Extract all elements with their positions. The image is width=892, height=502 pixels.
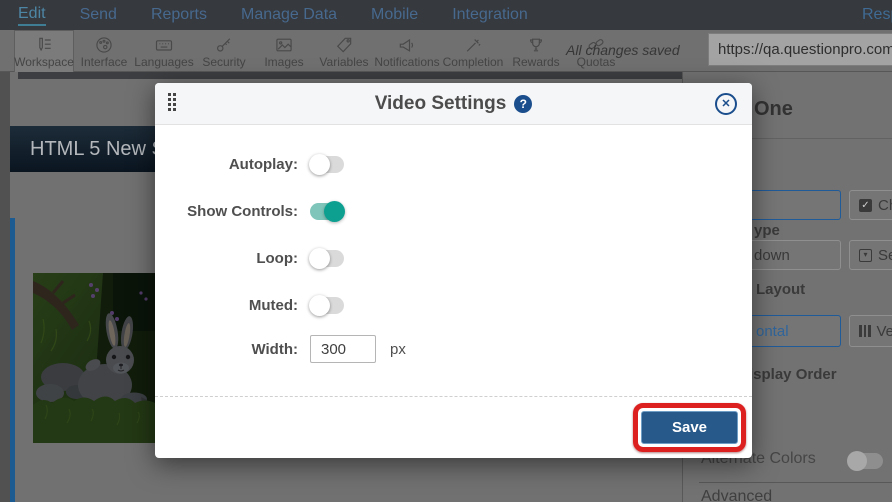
- loop-row: Loop:: [155, 235, 752, 282]
- question-type-title: One: [754, 98, 793, 120]
- toolbar-label: Interface: [80, 55, 128, 69]
- footer-divider: [155, 396, 752, 397]
- video-settings-dialog: Video Settings ? ✕ Autoplay: Show Contro…: [155, 83, 752, 458]
- display-order-label: isplay Order: [749, 366, 837, 383]
- type-option-checkbox[interactable]: ✓ Chec: [849, 190, 892, 220]
- toolbar-label: Notifications: [374, 55, 440, 69]
- variables-icon: [333, 35, 355, 55]
- autoplay-row: Autoplay:: [155, 141, 752, 188]
- interface-icon: [93, 35, 115, 55]
- loop-label: Loop:: [256, 250, 298, 267]
- security-icon: [213, 35, 235, 55]
- autoplay-label: Autoplay:: [228, 156, 298, 173]
- autosave-status: All changes saved: [566, 42, 680, 58]
- question-video-thumbnail[interactable]: [33, 273, 155, 443]
- alternate-colors-toggle[interactable]: [847, 451, 883, 471]
- nav-send[interactable]: Send: [80, 6, 117, 24]
- width-unit-label: px: [390, 340, 406, 358]
- nav-responses-link[interactable]: Respo: [862, 6, 892, 24]
- checkbox-icon: ✓: [859, 198, 872, 212]
- toggle-knob: [847, 451, 867, 471]
- toolbar-item-completion[interactable]: Completion: [440, 30, 506, 72]
- toolbar-label: Workspace: [14, 55, 74, 69]
- close-icon[interactable]: ✕: [715, 93, 737, 115]
- show-controls-row: Show Controls:: [155, 188, 752, 235]
- toolbar-label: Security: [202, 55, 246, 69]
- width-row: Width: px: [155, 329, 752, 369]
- type-option-label: Sele: [878, 246, 892, 264]
- show-controls-toggle[interactable]: [310, 201, 345, 222]
- save-button[interactable]: Save: [641, 411, 738, 444]
- nav-manage-data[interactable]: Manage Data: [241, 6, 337, 24]
- nav-reports[interactable]: Reports: [151, 6, 207, 24]
- show-controls-label: Show Controls:: [187, 203, 298, 220]
- width-label: Width:: [251, 340, 298, 358]
- type-option-select[interactable]: ▾ Sele: [849, 240, 892, 270]
- toggle-knob: [309, 295, 330, 316]
- muted-label: Muted:: [248, 297, 298, 314]
- toolbar-item-rewards[interactable]: Rewards: [506, 30, 566, 72]
- sidebar-divider: [699, 482, 892, 483]
- workspace-icon: [33, 35, 55, 55]
- advanced-section-label[interactable]: Advanced: [701, 488, 772, 502]
- nav-edit[interactable]: Edit: [18, 5, 46, 26]
- horizontal-option-label: ontal: [756, 323, 789, 340]
- completion-icon: [462, 35, 484, 55]
- top-navigation: Edit Send Reports Manage Data Mobile Int…: [0, 0, 892, 30]
- survey-url-field[interactable]: https://qa.questionpro.com/t/AW22Zc: [708, 33, 892, 66]
- toolbar-label: Completion: [442, 55, 504, 69]
- languages-icon: [153, 35, 175, 55]
- app-screen: Edit Send Reports Manage Data Mobile Int…: [0, 0, 892, 502]
- toggle-knob: [309, 248, 330, 269]
- images-icon: [273, 35, 295, 55]
- width-input[interactable]: [310, 335, 376, 363]
- save-highlight-annotation: Save: [633, 403, 746, 452]
- toolbar-item-images[interactable]: Images: [254, 30, 314, 72]
- toggle-knob: [309, 154, 330, 175]
- toolbar-label: Languages: [134, 55, 194, 69]
- dialog-header: Video Settings ? ✕: [155, 83, 752, 125]
- select-icon: ▾: [859, 248, 872, 262]
- dropdown-option-label: down: [754, 247, 790, 264]
- rewards-icon: [525, 35, 547, 55]
- help-icon[interactable]: ?: [514, 94, 533, 113]
- loop-toggle[interactable]: [309, 248, 344, 269]
- dialog-body: Autoplay: Show Controls: Loop: Muted: Wi…: [155, 125, 752, 369]
- muted-toggle[interactable]: [309, 295, 344, 316]
- toolbar-item-workspace[interactable]: Workspace: [14, 30, 74, 72]
- muted-row: Muted:: [155, 282, 752, 329]
- autoplay-toggle[interactable]: [309, 154, 344, 175]
- drag-handle-icon[interactable]: [168, 93, 176, 111]
- vertical-bars-icon: [859, 325, 871, 337]
- survey-card-top-strip: [18, 72, 682, 79]
- notifications-icon: [396, 35, 418, 55]
- toolbar-label: Variables: [319, 55, 369, 69]
- toolbar-item-languages[interactable]: Languages: [134, 30, 194, 72]
- type-section-label: ype: [754, 222, 780, 239]
- toolbar-label: Rewards: [512, 55, 560, 69]
- toolbar-label: Images: [264, 55, 304, 69]
- nav-mobile[interactable]: Mobile: [371, 6, 418, 24]
- toolbar-item-variables[interactable]: Variables: [314, 30, 374, 72]
- layout-option-label: Verti: [876, 322, 892, 340]
- dialog-title: Video Settings: [374, 92, 507, 114]
- toolbar-item-notifications[interactable]: Notifications: [374, 30, 440, 72]
- layout-section-label: Layout: [756, 281, 806, 298]
- toggle-knob: [324, 201, 345, 222]
- layout-option-vertical[interactable]: Verti: [849, 315, 892, 347]
- nav-integration[interactable]: Integration: [452, 6, 528, 24]
- type-option-label: Chec: [878, 196, 892, 214]
- toolbar-item-interface[interactable]: Interface: [74, 30, 134, 72]
- toolbar-item-security[interactable]: Security: [194, 30, 254, 72]
